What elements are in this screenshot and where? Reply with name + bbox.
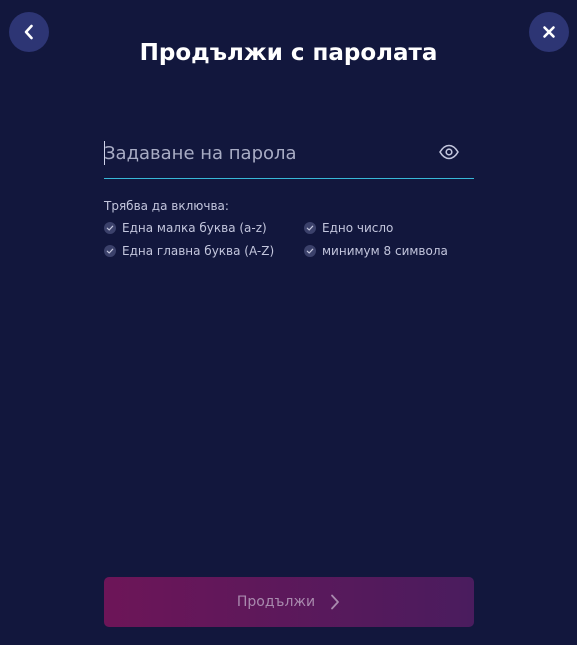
check-icon bbox=[104, 245, 116, 257]
close-button[interactable] bbox=[529, 12, 569, 52]
continue-label: Продължи bbox=[236, 594, 316, 610]
check-icon bbox=[304, 222, 316, 234]
check-icon bbox=[104, 222, 116, 234]
requirement-min-length: минимум 8 символа bbox=[304, 243, 448, 259]
password-input[interactable] bbox=[104, 138, 424, 168]
requirement-label: Едно число bbox=[322, 221, 394, 235]
check-icon bbox=[304, 245, 316, 257]
requirements-title: Трябва да включва: bbox=[104, 199, 229, 213]
requirement-number: Едно число bbox=[304, 220, 393, 236]
requirement-uppercase: Една главна буква (A-Z) bbox=[104, 243, 274, 259]
requirement-lowercase: Една малка буква (a-z) bbox=[104, 220, 267, 236]
requirement-label: минимум 8 символа bbox=[322, 244, 448, 258]
requirement-label: Една главна буква (A-Z) bbox=[122, 244, 275, 258]
chevron-right-icon bbox=[329, 593, 341, 611]
page-title: Продължи с паролата bbox=[139, 40, 438, 66]
password-field bbox=[104, 136, 474, 179]
close-icon bbox=[542, 25, 556, 39]
continue-button[interactable]: Продължи bbox=[104, 577, 474, 627]
requirement-label: Една малка буква (a-z) bbox=[122, 221, 267, 235]
eye-icon[interactable] bbox=[438, 144, 460, 160]
